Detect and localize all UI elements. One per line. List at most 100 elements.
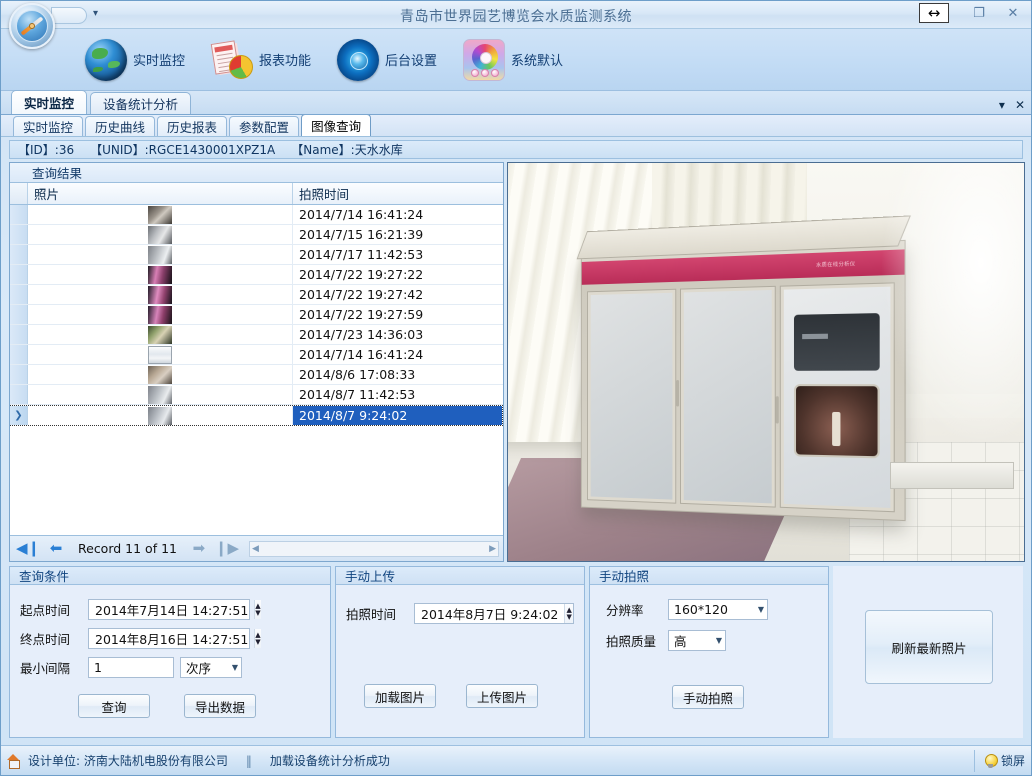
table-row[interactable]: 2014/7/22 19:27:42 (10, 285, 503, 305)
table-row[interactable]: 2014/7/14 16:41:24 (10, 205, 503, 225)
row-time-cell: 2014/7/14 16:41:24 (293, 345, 503, 364)
row-photo-cell (28, 285, 293, 304)
row-selector[interactable] (10, 365, 28, 384)
globe-icon (85, 39, 127, 81)
row-selector[interactable] (10, 265, 28, 284)
thumbnail-image (148, 407, 172, 425)
scroll-right-icon[interactable]: ▶ (489, 544, 496, 554)
row-selector[interactable] (10, 205, 28, 224)
thumbnail-image (148, 206, 172, 224)
load-image-button[interactable]: 加载图片 (364, 684, 436, 708)
report-chart-icon (211, 39, 253, 81)
outer-tab-strip: 实时监控 设备统计分析 ▾ ✕ (1, 91, 1031, 115)
ribbon-item-backend-settings[interactable]: 后台设置 (337, 39, 437, 81)
row-photo-cell (28, 265, 293, 284)
status-message: 加载设备统计分析成功 (270, 752, 390, 769)
capture-time-stepper[interactable]: ▲▼ (564, 604, 573, 623)
row-selector[interactable] (10, 305, 28, 324)
end-time-stepper[interactable]: ▲▼ (254, 629, 260, 648)
resolution-value: 160*120 (674, 602, 728, 617)
row-time-cell: 2014/7/14 16:41:24 (293, 205, 503, 224)
start-time-input[interactable]: 2014年7月14日 14:27:51 ▲▼ (88, 599, 250, 620)
eye-icon (337, 39, 379, 81)
query-button[interactable]: 查询 (78, 694, 150, 718)
column-header-photo[interactable]: 照片 (28, 183, 293, 204)
photo-preview[interactable]: 水质在线分析仪 (507, 162, 1025, 562)
interval-unit-select[interactable]: 次序 ▼ (180, 657, 242, 678)
previous-record-icon[interactable]: ⬅ (44, 539, 68, 559)
subtab-parameter-config[interactable]: 参数配置 (229, 116, 299, 136)
close-icon[interactable]: ✕ (1015, 99, 1025, 111)
capture-time-input[interactable]: 2014年8月7日 9:24:02 ▲▼ (414, 603, 574, 624)
table-row[interactable]: 2014/7/17 11:42:53 (10, 245, 503, 265)
row-selector[interactable] (10, 225, 28, 244)
row-time-cell: 2014/7/17 11:42:53 (293, 245, 503, 264)
last-record-icon[interactable]: ❙▶ (215, 539, 239, 559)
row-time-cell: 2014/7/22 19:27:22 (293, 265, 503, 284)
column-header-time[interactable]: 拍照时间 (293, 183, 503, 204)
next-record-icon[interactable]: ➡ (187, 539, 211, 559)
subtab-realtime-monitor[interactable]: 实时监控 (13, 116, 83, 136)
lock-screen-label: 锁屏 (1001, 752, 1025, 769)
table-row[interactable]: 2014/8/7 11:42:53 (10, 385, 503, 405)
row-time-cell: 2014/8/6 17:08:33 (293, 365, 503, 384)
row-time-cell: 2014/7/15 16:21:39 (293, 225, 503, 244)
row-photo-cell (28, 305, 293, 324)
refresh-panel: 刷新最新照片 (833, 566, 1023, 738)
table-row[interactable]: 2014/7/15 16:21:39 (10, 225, 503, 245)
query-conditions-group: 查询条件 起点时间 2014年7月14日 14:27:51 ▲▼ 终点时间 20… (9, 566, 331, 738)
row-selector-current[interactable]: ❯ (10, 406, 28, 425)
refresh-latest-photo-button[interactable]: 刷新最新照片 (865, 610, 993, 684)
export-data-button[interactable]: 导出数据 (184, 694, 256, 718)
end-time-label: 终点时间 (20, 629, 82, 648)
table-row-selected[interactable]: ❯ 2014/8/7 9:24:02 (10, 405, 503, 426)
subtab-history-curve[interactable]: 历史曲线 (85, 116, 155, 136)
status-separator: ‖ (236, 754, 262, 768)
ribbon-item-report[interactable]: 报表功能 (211, 39, 311, 81)
subtab-image-query[interactable]: 图像查询 (301, 114, 371, 136)
ribbon-label: 报表功能 (259, 50, 311, 69)
chevron-down-icon[interactable]: ▾ (999, 99, 1005, 111)
row-selector[interactable] (10, 245, 28, 264)
tab-realtime-monitor[interactable]: 实时监控 (11, 90, 87, 114)
device-name: 【Name】:天水水库 (291, 141, 402, 158)
quality-select[interactable]: 高 ▼ (668, 630, 726, 651)
min-interval-input[interactable]: 1 (88, 657, 174, 678)
start-time-value: 2014年7月14日 14:27:51 (89, 600, 254, 619)
row-selector[interactable] (10, 325, 28, 344)
table-row[interactable]: 2014/8/6 17:08:33 (10, 365, 503, 385)
thumbnail-image (148, 226, 172, 244)
status-left: 设计单位: 济南大陆机电股份有限公司 ‖ 加载设备统计分析成功 (7, 752, 390, 769)
close-button[interactable]: ✕ (1003, 4, 1023, 22)
end-time-input[interactable]: 2014年8月16日 14:27:51 ▲▼ (88, 628, 250, 649)
row-photo-cell (28, 345, 293, 364)
bulb-icon (985, 754, 996, 768)
quality-label: 拍照质量 (606, 631, 662, 650)
thumbnail-image (148, 266, 172, 284)
first-record-icon[interactable]: ◀❙ (16, 539, 40, 559)
row-selector[interactable] (10, 285, 28, 304)
row-selector[interactable] (10, 345, 28, 364)
horizontal-scrollbar[interactable]: ◀ ▶ (249, 541, 499, 557)
maximize-button[interactable]: ❐ (969, 4, 989, 22)
manual-capture-button[interactable]: 手动拍照 (672, 685, 744, 709)
upload-image-button[interactable]: 上传图片 (466, 684, 538, 708)
lock-screen-button[interactable]: 锁屏 (974, 750, 1025, 772)
ribbon-label: 实时监控 (133, 50, 185, 69)
record-counter: Record 11 of 11 (72, 541, 183, 556)
row-selector[interactable] (10, 385, 28, 404)
grid-header-row: 照片 拍照时间 (10, 183, 503, 205)
compass-icon[interactable] (9, 3, 55, 49)
scroll-left-icon[interactable]: ◀ (252, 544, 259, 554)
table-row[interactable]: 2014/7/22 19:27:22 (10, 265, 503, 285)
ribbon-item-realtime-monitor[interactable]: 实时监控 (85, 39, 185, 81)
table-row[interactable]: 2014/7/22 19:27:59 (10, 305, 503, 325)
subtab-history-report[interactable]: 历史报表 (157, 116, 227, 136)
start-time-stepper[interactable]: ▲▼ (254, 600, 260, 619)
resolution-select[interactable]: 160*120 ▼ (668, 599, 768, 620)
ribbon-item-system-default[interactable]: 系统默认 (463, 39, 563, 81)
table-row[interactable]: 2014/7/23 14:36:03 (10, 325, 503, 345)
table-row[interactable]: 2014/7/14 16:41:24 (10, 345, 503, 365)
bottom-panels: 查询条件 起点时间 2014年7月14日 14:27:51 ▲▼ 终点时间 20… (9, 566, 1023, 738)
tab-device-statistics[interactable]: 设备统计分析 (90, 92, 191, 114)
